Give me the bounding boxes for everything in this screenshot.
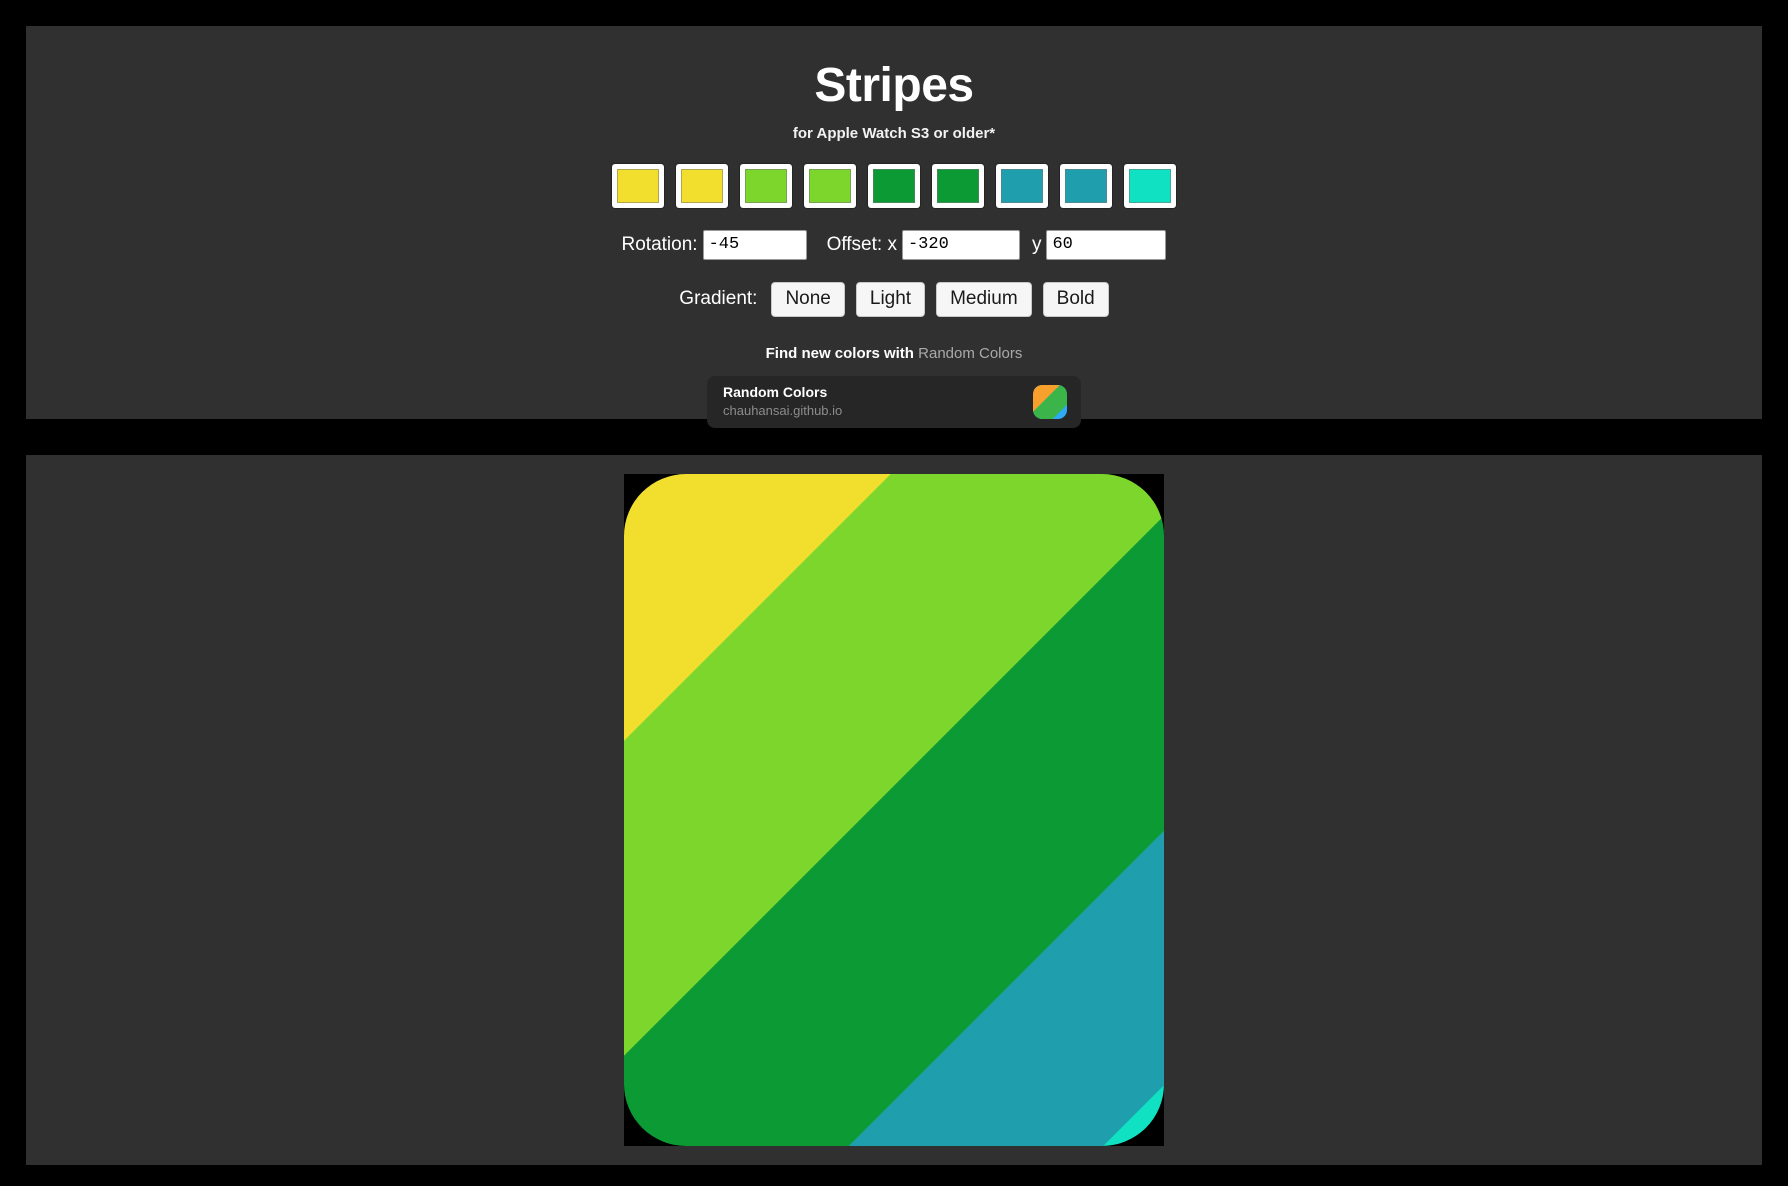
swatch-cyan-1[interactable]: [1124, 163, 1176, 208]
swatch-teal-2[interactable]: [1060, 163, 1112, 208]
app-root: Stripes for Apple Watch S3 or older* Rot…: [0, 0, 1788, 1186]
swatch-yellow-2-fill: [681, 168, 723, 203]
random-colors-stripes-icon: [1033, 384, 1067, 419]
rotation-label: Rotation:: [621, 233, 698, 255]
gradient-label: Gradient:: [679, 288, 758, 310]
swatch-cyan-1-fill: [1129, 168, 1171, 203]
swatch-yellow-green-1[interactable]: [740, 163, 792, 208]
transform-controls-row: Rotation: Offset: x y: [26, 229, 1762, 260]
swatch-green-2-fill: [937, 168, 979, 203]
promo-card-title: Random Colors: [723, 384, 828, 401]
swatch-yellow-1[interactable]: [612, 163, 664, 208]
stripes-preview-image[interactable]: [624, 474, 1164, 1146]
gradient-controls-row: Gradient: None Light Medium Bold: [26, 281, 1762, 317]
random-colors-card[interactable]: Random Colors chauhansai.github.io: [707, 375, 1081, 428]
page-subtitle: for Apple Watch S3 or older*: [792, 124, 996, 142]
offset-x-input[interactable]: [901, 229, 1020, 260]
swatch-yellow-green-2-fill: [809, 168, 851, 203]
promo-card-text: Random Colors chauhansai.github.io: [723, 383, 842, 419]
gradient-bold-button[interactable]: Bold: [1042, 281, 1109, 317]
gradient-none-button[interactable]: None: [771, 281, 845, 317]
promo-lead-line: Find new colors with Random Colors: [26, 345, 1762, 362]
swatch-yellow-1-fill: [617, 168, 659, 203]
offset-y-input[interactable]: [1046, 229, 1167, 260]
swatch-yellow-green-2[interactable]: [804, 163, 856, 208]
offset-y-label: y: [1031, 233, 1042, 255]
preview-panel: [26, 455, 1762, 1165]
swatch-yellow-2[interactable]: [676, 163, 728, 208]
swatch-green-1-fill: [873, 168, 915, 203]
color-swatch-row: [26, 163, 1762, 208]
swatch-green-2[interactable]: [932, 163, 984, 208]
gradient-medium-button[interactable]: Medium: [936, 281, 1032, 317]
swatch-green-1[interactable]: [868, 163, 920, 208]
promo-card-url: chauhansai.github.io: [723, 403, 843, 419]
promo-lead-text: Find new colors with: [765, 344, 919, 362]
random-colors-link[interactable]: Random Colors: [918, 345, 1022, 362]
offset-x-label: Offset: x: [826, 233, 897, 255]
swatch-teal-2-fill: [1065, 168, 1107, 203]
gradient-light-button[interactable]: Light: [855, 281, 926, 317]
swatch-teal-1-fill: [1001, 168, 1043, 203]
rotation-input[interactable]: [702, 229, 807, 260]
page-title: Stripes: [814, 59, 974, 112]
swatch-teal-1[interactable]: [996, 163, 1048, 208]
controls-panel: Stripes for Apple Watch S3 or older* Rot…: [26, 26, 1762, 428]
swatch-yellow-green-1-fill: [745, 168, 787, 203]
preview-frame: [624, 474, 1164, 1146]
